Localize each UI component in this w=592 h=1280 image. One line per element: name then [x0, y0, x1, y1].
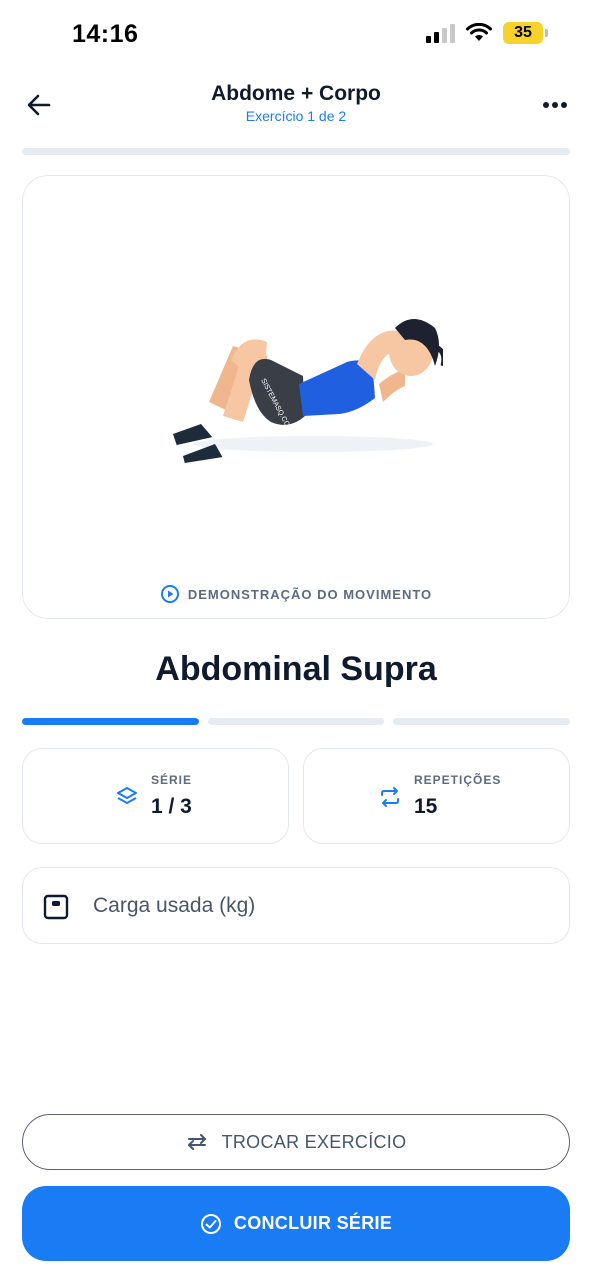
play-circle-icon: [160, 585, 179, 603]
swap-exercise-label: TROCAR EXERCÍCIO: [221, 1131, 407, 1152]
swap-exercise-button[interactable]: TROCAR EXERCÍCIO: [22, 1114, 570, 1170]
header: Abdome + Corpo Exercício 1 de 2: [0, 74, 592, 134]
signal-icon: [426, 23, 455, 43]
weight-input[interactable]: [93, 886, 543, 926]
reps-value: 15: [414, 795, 438, 818]
series-value: 1 / 3: [151, 795, 192, 818]
exercise-illustration: SISTEMASQ.COM: [173, 319, 443, 465]
status-bar: 14:16 35: [0, 0, 592, 70]
reps-label: REPETIÇÕES: [414, 773, 502, 787]
workout-progress-bar: [22, 148, 570, 155]
set-progress: [22, 718, 571, 725]
set-progress-segment-1: [22, 718, 199, 725]
exercise-name: Abdominal Supra: [155, 650, 437, 688]
battery-icon: 35: [503, 22, 548, 44]
demo-caption-text: DEMONSTRAÇÃO DO MOVIMENTO: [187, 586, 433, 602]
demo-caption: DEMONSTRAÇÃO DO MOVIMENTO: [23, 584, 569, 604]
battery-level: 35: [503, 22, 543, 44]
finish-set-button[interactable]: CONCLUIR SÉRIE: [22, 1186, 570, 1261]
series-card: SÉRIE 1 / 3: [22, 748, 289, 844]
status-time: 14:16: [72, 20, 139, 48]
layers-icon: [117, 787, 137, 804]
repeat-icon: [381, 787, 399, 807]
scale-icon: [43, 894, 69, 920]
set-progress-segment-2: [207, 718, 385, 725]
more-options-button[interactable]: [538, 88, 572, 122]
swap-arrows-icon: [187, 1134, 206, 1150]
finish-set-label: CONCLUIR SÉRIE: [233, 1213, 393, 1233]
page-title: Abdome + Corpo: [211, 82, 381, 105]
series-label: SÉRIE: [151, 773, 193, 787]
more-options-icon: [543, 102, 567, 108]
reps-card: REPETIÇÕES 15: [303, 748, 570, 844]
set-progress-segment-3: [393, 718, 571, 725]
status-icons: 35: [426, 22, 548, 44]
demo-card[interactable]: SISTEMASQ.COM DEMONSTRAÇÃO DO MOVIMENTO: [22, 175, 570, 619]
weight-field[interactable]: [22, 867, 570, 944]
page-subtitle: Exercício 1 de 2: [245, 108, 347, 124]
check-circle-icon: [200, 1213, 221, 1234]
wifi-icon: [466, 23, 492, 41]
